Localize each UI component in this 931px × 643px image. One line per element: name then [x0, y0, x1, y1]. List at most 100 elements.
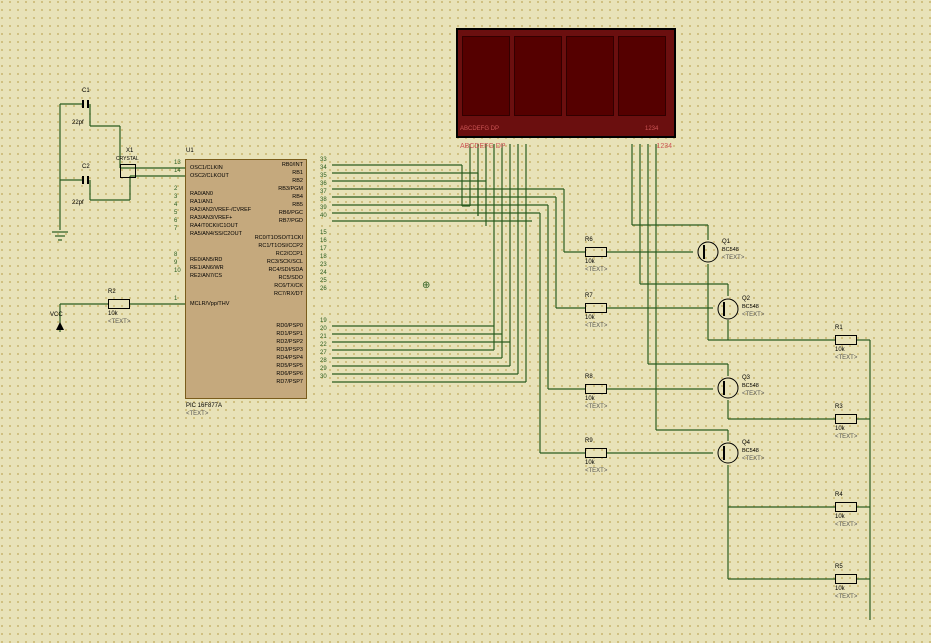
c2-val: 22pf — [72, 200, 84, 206]
resistor-text: <TEXT> — [585, 404, 607, 410]
resistor-ref: R1 — [835, 325, 843, 331]
chip-ref: U1 — [186, 148, 194, 154]
resistor-ref: R6 — [585, 237, 593, 243]
pin-label: RB5 — [292, 202, 303, 208]
pin-number: 7 — [174, 226, 177, 232]
pin-number: 14 — [174, 168, 181, 174]
pin-label: RA5/AN4/SS/C2OUT — [190, 231, 242, 237]
pin-label: MCLR/Vpp/THV — [190, 301, 229, 307]
pin-label: RB4 — [292, 194, 303, 200]
resistor-text: <TEXT> — [108, 319, 130, 325]
cap-c2 — [82, 176, 90, 184]
pin-number: 13 — [174, 160, 181, 166]
pin-number: 38 — [320, 197, 327, 203]
pin-label: RC4/SDI/SDA — [268, 267, 303, 273]
resistor-value: 10k — [835, 586, 845, 592]
resistor-value: 10k — [835, 514, 845, 520]
pin-number: 30 — [320, 374, 327, 380]
pin-label: RB7/PGD — [279, 218, 303, 224]
pin-number: 4 — [174, 202, 177, 208]
resistor-text: <TEXT> — [585, 468, 607, 474]
pin-label: RD1/PSP1 — [276, 331, 303, 337]
pin-label: RB0/INT — [282, 162, 303, 168]
pin-number: 3 — [174, 194, 177, 200]
pin-number: 33 — [320, 157, 327, 163]
pin-label: RC3/SCK/SCL — [267, 259, 303, 265]
resistor-r7 — [585, 303, 607, 313]
pin-number: 5 — [174, 210, 177, 216]
pin-number: 39 — [320, 205, 327, 211]
resistor-ref: R3 — [835, 404, 843, 410]
resistor-text: <TEXT> — [585, 267, 607, 273]
seven-segment-display: ABCDEFG DP 1234 — [456, 28, 676, 138]
pin-label: RC6/TX/CK — [274, 283, 303, 289]
pin-label: RC0/T1OSO/T1CKI — [255, 235, 303, 241]
transistor-part: BC548 — [742, 304, 759, 310]
pin-number: 40 — [320, 213, 327, 219]
pin-label: RA3/AN3/VREF+ — [190, 215, 232, 221]
pin-number: 15 — [320, 230, 327, 236]
pin-number: 37 — [320, 189, 327, 195]
pin-number: 17 — [320, 246, 327, 252]
pin-number: 6 — [174, 218, 177, 224]
pin-number: 2 — [174, 186, 177, 192]
pin-number: 35 — [320, 173, 327, 179]
transistor-text: <TEXT> — [722, 255, 744, 261]
pin-label: OSC2/CLKOUT — [190, 173, 229, 179]
resistor-value: 10k — [108, 311, 118, 317]
crystal-icon — [120, 164, 136, 178]
resistor-value: 10k — [585, 259, 595, 265]
pin-label: RA0/AN0 — [190, 191, 213, 197]
pin-number: 34 — [320, 165, 327, 171]
pin-number: 25 — [320, 278, 327, 284]
resistor-r2 — [108, 299, 130, 309]
pin-label: RE2/AN7/CS — [190, 273, 222, 279]
pin-label: RD2/PSP2 — [276, 339, 303, 345]
resistor-ref: R2 — [108, 289, 116, 295]
pin-label: RD6/PSP6 — [276, 371, 303, 377]
cap-c1 — [82, 100, 90, 108]
pin-number: 24 — [320, 270, 327, 276]
pin-number: 26 — [320, 286, 327, 292]
transistor-ref: Q2 — [742, 296, 750, 302]
resistor-text: <TEXT> — [835, 355, 857, 361]
transistor-text: <TEXT> — [742, 456, 764, 462]
resistor-r3 — [835, 414, 857, 424]
pin-number: 22 — [320, 342, 327, 348]
pin-label: RD5/PSP5 — [276, 363, 303, 369]
pin-label: RC5/SDO — [279, 275, 303, 281]
transistor-part: BC548 — [742, 448, 759, 454]
pin-label: RE1/AN6/WR — [190, 265, 224, 271]
resistor-ref: R5 — [835, 564, 843, 570]
pin-label: RB1 — [292, 170, 303, 176]
vcc-label: VCC — [50, 312, 63, 318]
pin-label: RC7/RX/DT — [274, 291, 303, 297]
pin-label: RA1/AN1 — [190, 199, 213, 205]
resistor-r1 — [835, 335, 857, 345]
pin-label: RB2 — [292, 178, 303, 184]
resistor-value: 10k — [585, 460, 595, 466]
pin-label: RD7/PSP7 — [276, 379, 303, 385]
pin-label: RB3/PGM — [278, 186, 303, 192]
pin-number: 8 — [174, 252, 177, 258]
resistor-text: <TEXT> — [835, 594, 857, 600]
pin-label: RA4/T0CKI/C1OUT — [190, 223, 238, 229]
resistor-value: 10k — [835, 347, 845, 353]
origin-marker-icon: ⊕ — [422, 280, 430, 291]
transistor-ref: Q1 — [722, 239, 730, 245]
pin-number: 16 — [320, 238, 327, 244]
resistor-r9 — [585, 448, 607, 458]
pin-number: 1 — [174, 296, 177, 302]
resistor-ref: R7 — [585, 293, 593, 299]
pin-label: RE0/AN5/RD — [190, 257, 222, 263]
pin-label: RB6/PGC — [279, 210, 303, 216]
pin-label: RD3/PSP3 — [276, 347, 303, 353]
pin-label: RD4/PSP4 — [276, 355, 303, 361]
c2-ref: C2 — [82, 164, 90, 170]
pin-number: 27 — [320, 350, 327, 356]
pin-label: RA2/AN2/VREF-/CVREF — [190, 207, 251, 213]
transistor-text: <TEXT> — [742, 391, 764, 397]
resistor-value: 10k — [585, 396, 595, 402]
transistor-text: <TEXT> — [742, 312, 764, 318]
transistor-part: BC548 — [722, 247, 739, 253]
